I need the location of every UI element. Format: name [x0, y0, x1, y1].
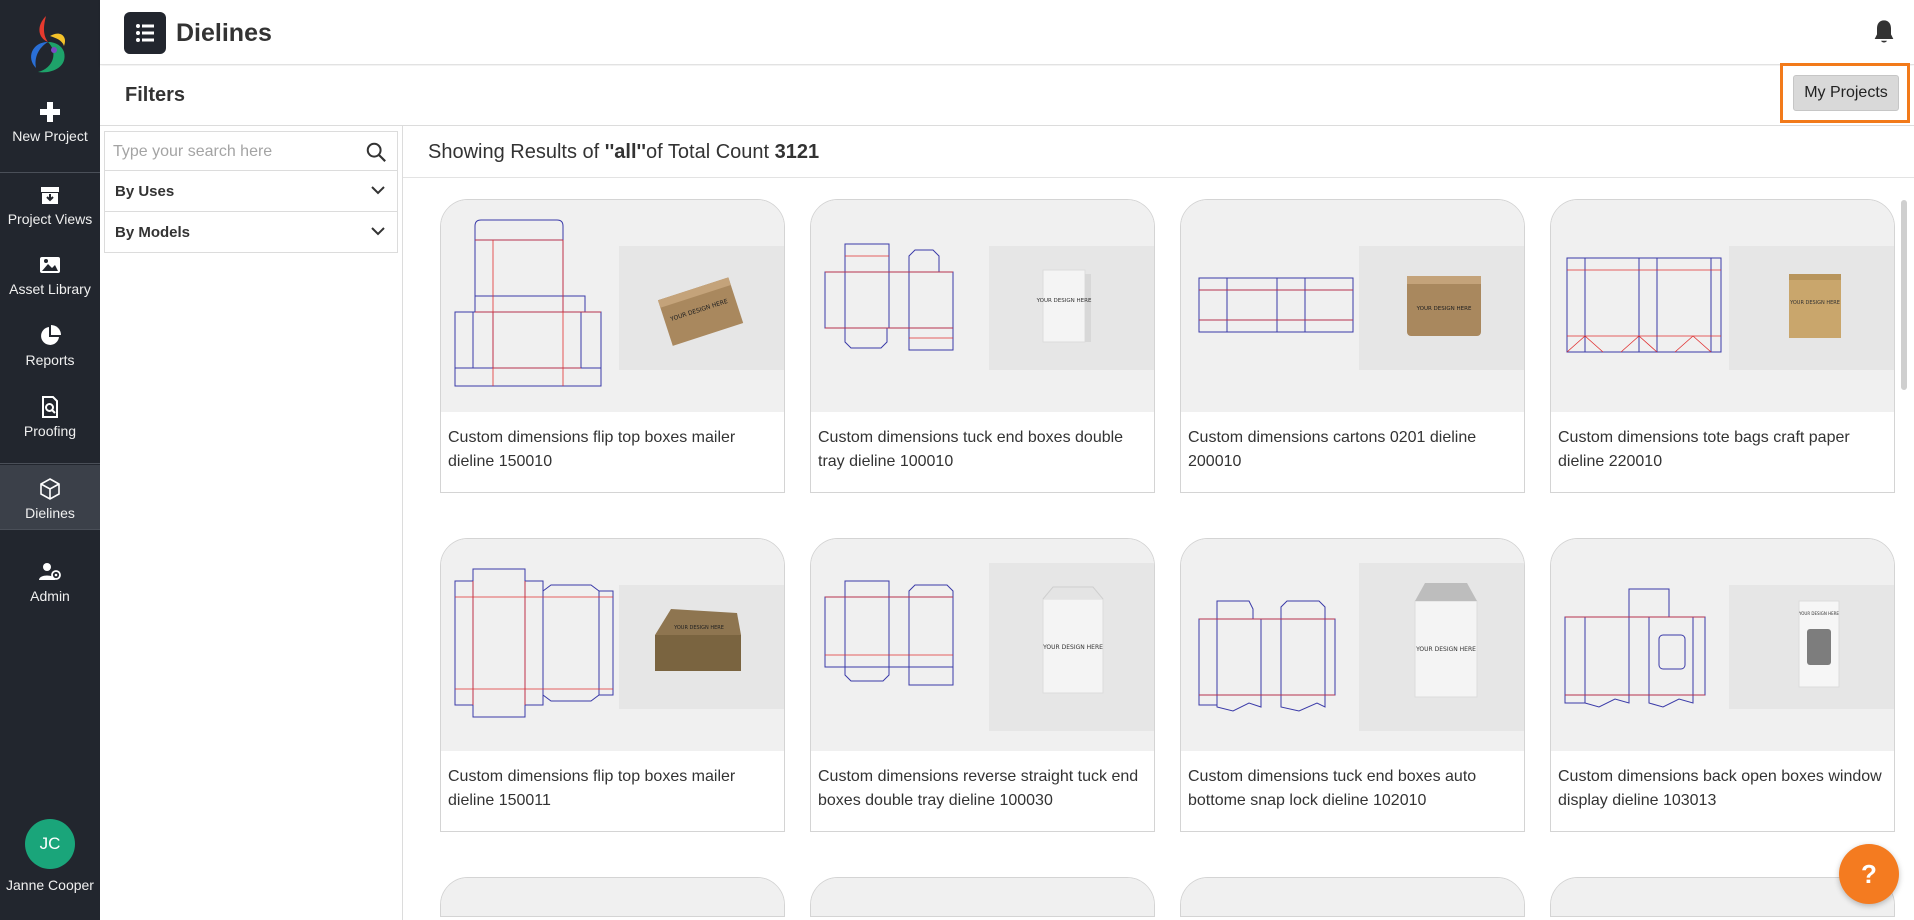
plus-icon [40, 102, 60, 122]
menu-toggle-button[interactable] [124, 12, 166, 54]
results-query: ''all'' [604, 141, 647, 163]
mockup-text: YOUR DESIGN HERE [1789, 300, 1840, 306]
filter-panel: By Uses By Models [104, 131, 398, 253]
sidebar-item-project-views[interactable]: Project Views [0, 183, 100, 253]
mockup-text: YOUR DESIGN HERE [1416, 306, 1472, 312]
help-button[interactable]: ? [1839, 844, 1899, 904]
search-box [104, 131, 398, 171]
user-name: Janne Cooper [6, 877, 94, 893]
dieline-thumbnail: YOUR DESIGN HERE [1551, 539, 1894, 751]
card-caption: Custom dimensions flip top boxes mailer … [448, 768, 736, 809]
sidebar-divider [0, 463, 100, 464]
my-projects-highlight: My Projects [1780, 63, 1910, 123]
dieline-card[interactable]: YOUR DESIGN HERE Custom dimensions tote … [1550, 199, 1895, 493]
card-caption: Custom dimensions tote bags craft paper … [1558, 429, 1850, 470]
avatar[interactable]: JC [25, 819, 75, 869]
card-caption: Custom dimensions cartons 0201 dieline 2… [1188, 429, 1477, 470]
dieline-thumbnail [811, 878, 1154, 916]
results-scrollbar-thumb[interactable] [1901, 200, 1907, 390]
sidebar-item-asset-library[interactable]: Asset Library [0, 253, 100, 323]
sidebar-item-dielines[interactable]: Dielines [0, 465, 100, 529]
search-input[interactable] [113, 140, 353, 164]
results-header: Showing Results of ''all''of Total Count… [403, 126, 1914, 178]
card-caption: Custom dimensions reverse straight tuck … [818, 768, 1139, 809]
dieline-card[interactable] [810, 877, 1155, 917]
panel-divider [402, 126, 403, 920]
sidebar-divider [0, 529, 100, 530]
sidebar-item-label: Reports [25, 352, 75, 368]
pie-chart-icon [41, 325, 61, 345]
dieline-card[interactable]: YOUR DESIGN HERE Custom dimensions flip … [440, 538, 785, 832]
sidebar-item-proofing[interactable]: Proofing [0, 395, 100, 465]
results-summary: Showing Results of ''all''of Total Count… [428, 141, 819, 164]
filter-group-label: By Uses [115, 183, 175, 200]
box-icon [40, 478, 60, 500]
dieline-card[interactable]: YOUR DESIGN HERE Custom dimensions rever… [810, 538, 1155, 832]
dieline-thumbnail: YOUR DESIGN HERE [441, 539, 784, 751]
sidebar-item-reports[interactable]: Reports [0, 324, 100, 394]
dieline-thumbnail: YOUR DESIGN HERE [811, 539, 1154, 751]
list-icon [136, 24, 154, 42]
sidebar-item-admin[interactable]: Admin [0, 560, 100, 630]
sidebar-item-new-project[interactable]: New Project [0, 100, 100, 170]
filter-group-label: By Models [115, 224, 191, 241]
mockup-text: YOUR DESIGN HERE [1415, 646, 1476, 653]
dieline-card[interactable]: YOUR DESIGN HERE Custom dimensions tuck … [1180, 538, 1525, 832]
dieline-card[interactable]: YOUR DESIGN HERE Custom dimensions carto… [1180, 199, 1525, 493]
filters-title: Filters [125, 84, 186, 106]
card-caption: Custom dimensions back open boxes window… [1558, 768, 1882, 809]
page-title: Dielines [176, 19, 272, 47]
mockup-text: YOUR DESIGN HERE [1042, 644, 1103, 651]
card-caption: Custom dimensions tuck end boxes auto bo… [1188, 768, 1477, 809]
dieline-thumbnail: YOUR DESIGN HERE [1181, 539, 1524, 751]
dieline-card[interactable] [1180, 877, 1525, 917]
sidebar: New Project Project Views Asset Library … [0, 0, 100, 920]
dieline-thumbnail: YOUR DESIGN HERE [441, 200, 784, 412]
sidebar-item-label: Project Views [7, 211, 93, 227]
dieline-thumbnail [441, 878, 784, 916]
dieline-thumbnail: YOUR DESIGN HERE [1181, 200, 1524, 412]
sidebar-item-label: Admin [30, 588, 70, 604]
mockup-text: YOUR DESIGN HERE [1036, 298, 1092, 304]
results-middle: of Total Count [646, 141, 775, 163]
filters-bar: Filters My Projects [100, 63, 1914, 126]
dieline-card[interactable]: YOUR DESIGN HERE Custom dimensions tuck … [810, 199, 1155, 493]
filter-group-by-uses[interactable]: By Uses [104, 171, 398, 212]
sidebar-item-label: Proofing [23, 423, 77, 439]
dieline-card[interactable]: YOUR DESIGN HERE Custom dimensions back … [1550, 538, 1895, 832]
my-projects-button[interactable]: My Projects [1793, 75, 1899, 111]
user-settings-icon [39, 563, 61, 580]
mockup-text: YOUR DESIGN HERE [673, 625, 724, 631]
app-logo[interactable] [24, 12, 76, 78]
sidebar-item-label: New Project [12, 128, 88, 144]
dieline-thumbnail: YOUR DESIGN HERE [1551, 200, 1894, 412]
dieline-card[interactable]: YOUR DESIGN HERE Custom dimensions flip … [440, 199, 785, 493]
archive-icon [41, 187, 59, 204]
top-header: Dielines [100, 0, 1914, 65]
search-icon[interactable] [365, 141, 387, 163]
sidebar-item-label: Dielines [25, 505, 75, 521]
dieline-card[interactable] [440, 877, 785, 917]
chevron-down-icon [371, 227, 385, 236]
sidebar-item-label: Asset Library [9, 281, 91, 297]
search-document-icon [42, 396, 58, 418]
dieline-thumbnail: YOUR DESIGN HERE [811, 200, 1154, 412]
chevron-down-icon [371, 186, 385, 195]
card-caption: Custom dimensions flip top boxes mailer … [448, 429, 736, 470]
results-prefix: Showing Results of [428, 141, 605, 163]
mockup-text: YOUR DESIGN HERE [1798, 611, 1839, 616]
filter-group-by-models[interactable]: By Models [104, 212, 398, 253]
sidebar-divider [0, 172, 100, 173]
image-icon [40, 257, 60, 273]
card-caption: Custom dimensions tuck end boxes double … [818, 429, 1124, 470]
bell-icon[interactable] [1870, 18, 1898, 46]
results-total-count: 3121 [774, 141, 820, 163]
dieline-thumbnail [1181, 878, 1524, 916]
